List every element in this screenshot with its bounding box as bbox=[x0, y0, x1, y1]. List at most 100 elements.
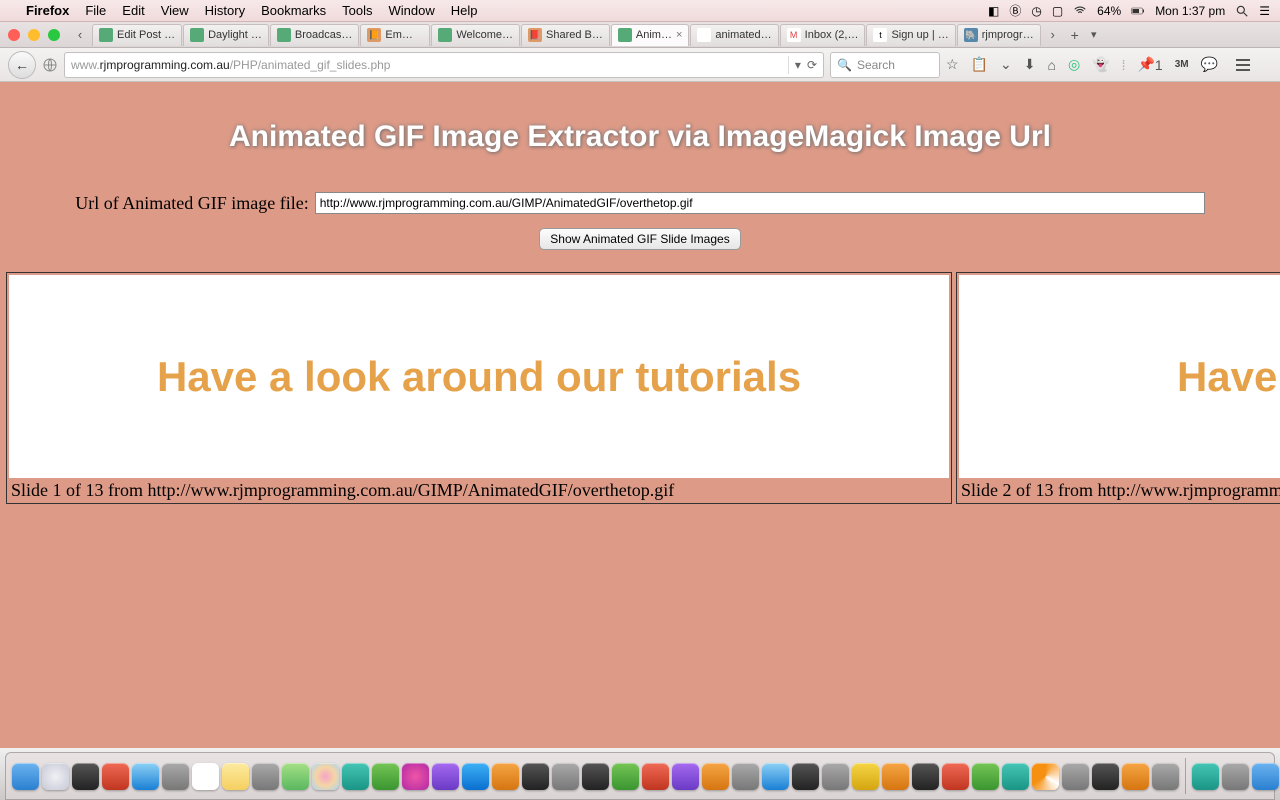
dock-filezilla-icon[interactable] bbox=[942, 763, 969, 790]
browser-tab[interactable]: Broadcas… bbox=[270, 24, 359, 46]
gif-url-input[interactable] bbox=[315, 192, 1205, 214]
dock-app-icon[interactable] bbox=[72, 763, 99, 790]
clock[interactable]: Mon 1:37 pm bbox=[1155, 4, 1225, 18]
dock-photos-icon[interactable] bbox=[312, 763, 339, 790]
dock-app-icon[interactable] bbox=[1122, 763, 1149, 790]
reader-mode-icon[interactable]: ▾ bbox=[795, 58, 801, 72]
browser-tab-active[interactable]: Anim…× bbox=[611, 24, 690, 46]
dock-sysprefs-icon[interactable] bbox=[552, 763, 579, 790]
addon-icon[interactable]: ◎ bbox=[1068, 56, 1080, 73]
dock-firefox-icon[interactable] bbox=[882, 763, 909, 790]
back-button[interactable]: ← bbox=[8, 51, 36, 79]
dock-messages-icon[interactable] bbox=[342, 763, 369, 790]
dock-app-icon[interactable] bbox=[822, 763, 849, 790]
home-icon[interactable]: ⌂ bbox=[1047, 57, 1055, 73]
dock-opera-icon[interactable] bbox=[642, 763, 669, 790]
status-icon[interactable]: ◷ bbox=[1031, 4, 1041, 18]
dock-safari-icon[interactable] bbox=[42, 763, 69, 790]
dock-app-icon[interactable] bbox=[612, 763, 639, 790]
wifi-icon[interactable] bbox=[1073, 4, 1087, 18]
browser-tab[interactable]: Daylight … bbox=[183, 24, 269, 46]
status-icon[interactable]: ◧ bbox=[988, 4, 999, 18]
dock-stack-icon[interactable] bbox=[1252, 763, 1279, 790]
menu-view[interactable]: View bbox=[161, 3, 189, 18]
tab-close-icon[interactable]: × bbox=[676, 29, 682, 41]
dock-app-icon[interactable] bbox=[1002, 763, 1029, 790]
tabstrip-scroll-right-icon[interactable]: › bbox=[1042, 27, 1064, 42]
menu-help[interactable]: Help bbox=[451, 3, 478, 18]
dock-app-icon[interactable] bbox=[702, 763, 729, 790]
dock-terminal-icon[interactable] bbox=[522, 763, 549, 790]
dock-app-icon[interactable] bbox=[582, 763, 609, 790]
spotlight-icon[interactable] bbox=[1235, 4, 1249, 18]
dock-notes-icon[interactable] bbox=[222, 763, 249, 790]
dock-app-icon[interactable] bbox=[732, 763, 759, 790]
dock-calendar-icon[interactable] bbox=[192, 763, 219, 790]
pocket-icon[interactable]: ⌄ bbox=[1000, 56, 1012, 73]
all-tabs-dropdown-icon[interactable]: ▾ bbox=[1086, 28, 1102, 41]
show-slides-button[interactable]: Show Animated GIF Slide Images bbox=[539, 228, 740, 250]
site-identity-icon[interactable] bbox=[42, 57, 58, 73]
dock-finder-icon[interactable] bbox=[12, 763, 39, 790]
address-bar[interactable]: www.rjmprogramming.com.au/PHP/animated_g… bbox=[64, 52, 824, 78]
dock-stack-icon[interactable] bbox=[1222, 763, 1249, 790]
clipboard-icon[interactable]: 📋 bbox=[971, 56, 988, 73]
browser-tab[interactable]: animated… bbox=[690, 24, 778, 46]
status-icon[interactable]: Ⓑ bbox=[1009, 2, 1021, 19]
dock-itunes-icon[interactable] bbox=[402, 763, 429, 790]
dock-app-icon[interactable] bbox=[492, 763, 519, 790]
menu-edit[interactable]: Edit bbox=[122, 3, 144, 18]
dock-terminal-icon[interactable] bbox=[792, 763, 819, 790]
dock-reminders-icon[interactable] bbox=[252, 763, 279, 790]
slides-strip[interactable]: Have a look around our tutorials Slide 1… bbox=[0, 272, 1280, 504]
dock-stack-icon[interactable] bbox=[1192, 763, 1219, 790]
dock-chrome-icon[interactable] bbox=[852, 763, 879, 790]
reload-button[interactable]: ⟳ bbox=[807, 58, 817, 72]
browser-tab[interactable]: tSign up | … bbox=[866, 24, 955, 46]
new-tab-button[interactable]: + bbox=[1065, 27, 1085, 43]
dock-app-icon[interactable] bbox=[972, 763, 999, 790]
dock-imovie-icon[interactable] bbox=[672, 763, 699, 790]
dock-facetime-icon[interactable] bbox=[372, 763, 399, 790]
window-close-button[interactable] bbox=[8, 29, 20, 41]
window-zoom-button[interactable] bbox=[48, 29, 60, 41]
menu-window[interactable]: Window bbox=[389, 3, 435, 18]
menu-bookmarks[interactable]: Bookmarks bbox=[261, 3, 326, 18]
menu-tools[interactable]: Tools bbox=[342, 3, 372, 18]
dock-appstore-icon[interactable] bbox=[462, 763, 489, 790]
airplay-icon[interactable]: ▢ bbox=[1052, 4, 1063, 18]
chat-icon[interactable]: 💬 bbox=[1201, 56, 1218, 73]
dock-app-icon[interactable] bbox=[762, 763, 789, 790]
dock-app-icon[interactable] bbox=[1092, 763, 1119, 790]
browser-tab[interactable]: 🐘rjmprogr… bbox=[957, 24, 1041, 46]
dock-app-icon[interactable] bbox=[1152, 763, 1179, 790]
dock-app-icon[interactable] bbox=[102, 763, 129, 790]
browser-tab[interactable]: Welcome… bbox=[431, 24, 520, 46]
window-minimize-button[interactable] bbox=[28, 29, 40, 41]
dock-contacts-icon[interactable] bbox=[162, 763, 189, 790]
dock-ibooks-icon[interactable] bbox=[432, 763, 459, 790]
browser-tab[interactable]: 📕Shared B… bbox=[521, 24, 610, 46]
battery-icon[interactable] bbox=[1131, 4, 1145, 18]
tabstrip-scroll-left-icon[interactable]: ‹ bbox=[69, 27, 91, 42]
dock-vlc-icon[interactable] bbox=[1032, 763, 1059, 790]
dock-mail-icon[interactable] bbox=[132, 763, 159, 790]
dock-maps-icon[interactable] bbox=[282, 763, 309, 790]
app-name[interactable]: Firefox bbox=[26, 3, 69, 18]
dock-app-icon[interactable] bbox=[1062, 763, 1089, 790]
browser-tab[interactable]: Edit Post … bbox=[92, 24, 182, 46]
ext-badge[interactable]: 3M bbox=[1175, 59, 1189, 70]
menu-extras-icon[interactable]: ☰ bbox=[1259, 4, 1270, 18]
browser-tab[interactable]: MInbox (2,… bbox=[780, 24, 866, 46]
downloads-icon[interactable]: ⬇ bbox=[1024, 56, 1036, 73]
search-bar[interactable]: 🔍 Search bbox=[830, 52, 940, 78]
browser-tab[interactable]: 📙Em… bbox=[360, 24, 430, 46]
menu-file[interactable]: File bbox=[85, 3, 106, 18]
bookmark-star-icon[interactable]: ☆ bbox=[946, 56, 959, 73]
firefox-menu-button[interactable] bbox=[1230, 52, 1256, 78]
ghostery-icon[interactable]: 👻 bbox=[1092, 56, 1109, 73]
pin-icon[interactable]: 📌1 bbox=[1137, 56, 1162, 73]
dock-app-icon[interactable] bbox=[912, 763, 939, 790]
tab-label: Broadcas… bbox=[295, 29, 352, 41]
menu-history[interactable]: History bbox=[205, 3, 245, 18]
